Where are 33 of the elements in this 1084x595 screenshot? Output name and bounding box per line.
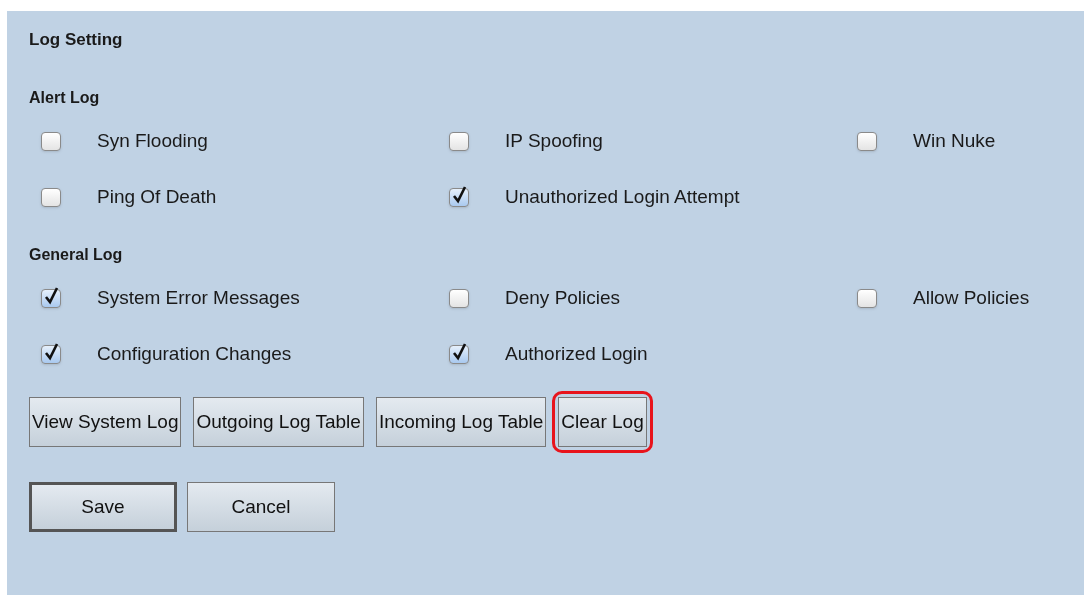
- checkbox-label: Ping Of Death: [97, 184, 217, 209]
- checkbox[interactable]: [41, 131, 61, 151]
- checkbox-label: System Error Messages: [97, 285, 300, 310]
- checkbox[interactable]: [449, 187, 469, 207]
- log-button[interactable]: View System Log: [29, 397, 182, 447]
- log-button[interactable]: Outgoing Log Table: [193, 397, 364, 447]
- checkbox-label: Win Nuke: [913, 128, 996, 153]
- log-button[interactable]: Incoming Log Table: [375, 397, 547, 447]
- log-button[interactable]: Clear Log: [558, 397, 647, 447]
- panel-title: Log Setting: [29, 29, 123, 51]
- checkbox-label: IP Spoofing: [505, 128, 603, 153]
- checkbox[interactable]: [857, 288, 877, 308]
- form-button[interactable]: Save: [29, 482, 177, 532]
- checkbox[interactable]: [449, 288, 469, 308]
- checkmark-icon: [43, 286, 59, 305]
- checkbox-label: Configuration Changes: [97, 341, 292, 366]
- checkbox[interactable]: [449, 344, 469, 364]
- checkbox[interactable]: [41, 288, 61, 308]
- section-heading: Alert Log: [29, 88, 100, 108]
- checkbox-label: Syn Flooding: [97, 128, 208, 153]
- checkmark-icon: [451, 342, 467, 361]
- checkmark-icon: [43, 342, 59, 361]
- checkbox[interactable]: [41, 187, 61, 207]
- checkbox-label: Unauthorized Login Attempt: [505, 184, 740, 209]
- form-button[interactable]: Cancel: [187, 482, 335, 532]
- section-heading: General Log: [29, 245, 123, 265]
- checkbox[interactable]: [857, 131, 877, 151]
- checkbox[interactable]: [449, 131, 469, 151]
- checkbox[interactable]: [41, 344, 61, 364]
- checkmark-icon: [451, 185, 467, 204]
- checkbox-label: Deny Policies: [505, 285, 621, 310]
- checkbox-label: Authorized Login: [505, 341, 648, 366]
- checkbox-label: Allow Policies: [913, 285, 1030, 310]
